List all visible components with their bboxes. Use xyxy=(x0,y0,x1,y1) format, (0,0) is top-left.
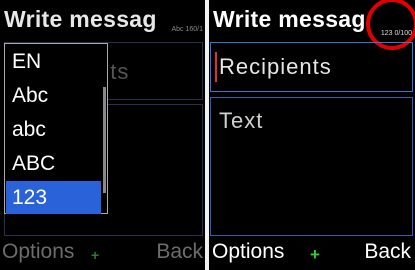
back-softkey[interactable]: Back xyxy=(156,240,203,264)
menu-item-abc-lower[interactable]: abc xyxy=(6,113,101,146)
message-text-field[interactable]: Text xyxy=(210,97,413,236)
text-cursor xyxy=(215,52,217,82)
softkey-bar: Options + Back xyxy=(0,236,205,270)
plus-icon: + xyxy=(310,245,320,264)
plus-icon: + xyxy=(91,247,100,263)
screen-title: Write messag xyxy=(4,6,157,32)
softkey-bar: Options + Back xyxy=(209,236,415,270)
recipients-placeholder: Recipients xyxy=(219,54,332,79)
screen-title: Write messag xyxy=(213,6,366,32)
options-softkey[interactable]: Options xyxy=(2,240,74,264)
menu-item-en[interactable]: EN xyxy=(6,45,101,78)
menu-item-abc-upper[interactable]: ABC xyxy=(6,147,101,180)
menu-scrollbar[interactable] xyxy=(103,87,106,193)
back-softkey[interactable]: Back xyxy=(364,240,411,264)
recipients-field[interactable]: Recipients xyxy=(210,42,413,92)
input-mode-menu[interactable]: EN Abc abc ABC 123 xyxy=(4,43,108,214)
left-phone-screen: Write messag Abc 160/1 nts EN Abc abc AB… xyxy=(0,0,205,270)
menu-item-123[interactable]: 123 xyxy=(6,181,101,214)
menu-item-abc-title[interactable]: Abc xyxy=(6,79,101,112)
input-mode-indicator: Abc 160/1 xyxy=(171,26,203,33)
options-softkey[interactable]: Options xyxy=(212,240,284,264)
right-phone-screen: Write messag 123 0/100 Recipients Text O… xyxy=(209,0,415,270)
text-placeholder: Text xyxy=(219,108,264,133)
